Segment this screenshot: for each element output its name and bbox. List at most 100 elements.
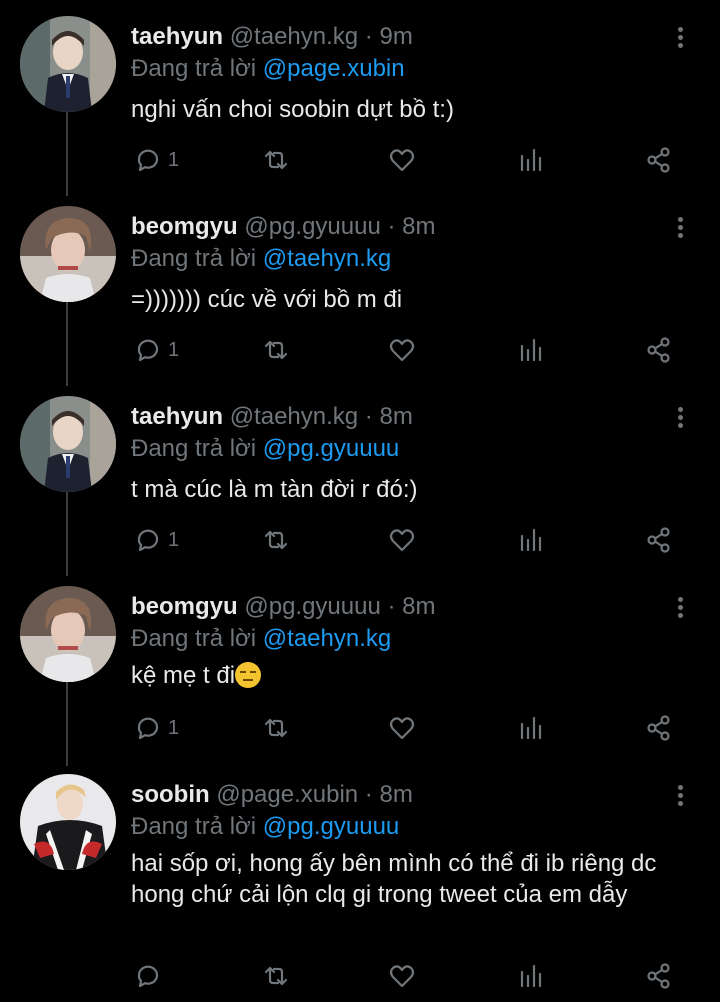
separator: · [387, 593, 396, 620]
more-vertical-icon[interactable] [668, 594, 692, 624]
replying-to: Đang trả lời @pg.gyuuuu [131, 434, 399, 464]
tweet[interactable]: beomgyu @pg.gyuuuu · 8m Đang trả lời @ta… [0, 206, 720, 386]
tweet[interactable]: soobin @page.xubin · 8m Đang trả lời @pg… [0, 774, 720, 1002]
share-button[interactable] [645, 958, 673, 994]
replying-to-label: Đang trả lời [131, 55, 257, 82]
share-button[interactable] [645, 710, 673, 746]
user-handle[interactable]: @pg.gyuuuu [244, 593, 380, 620]
tweet-actions: 1 [0, 142, 720, 178]
analytics-button[interactable] [517, 710, 545, 746]
tweet[interactable]: beomgyu @pg.gyuuuu · 8m Đang trả lời @ta… [0, 586, 720, 766]
avatar[interactable] [20, 586, 116, 682]
analytics-bars-icon [520, 964, 542, 988]
retweet-icon [264, 718, 288, 738]
more-vertical-icon[interactable] [668, 782, 692, 812]
display-name[interactable]: taehyun [131, 23, 223, 50]
more-vertical-icon[interactable] [668, 404, 692, 434]
analytics-button[interactable] [517, 958, 545, 994]
share-button[interactable] [645, 142, 673, 178]
reply-button[interactable]: 1 [134, 142, 179, 178]
retweet-button[interactable] [262, 710, 290, 746]
mention-link[interactable]: @taehyn.kg [263, 245, 391, 272]
display-name[interactable]: taehyun [131, 403, 223, 430]
analytics-button[interactable] [517, 332, 545, 368]
heart-icon [389, 149, 415, 172]
like-button[interactable] [388, 522, 416, 558]
retweet-icon [264, 530, 288, 550]
reply-button[interactable]: 1 [134, 332, 179, 368]
more-vertical-icon[interactable] [668, 24, 692, 54]
user-handle[interactable]: @taehyn.kg [230, 403, 358, 430]
tweet-actions: 1 [0, 522, 720, 558]
analytics-bars-icon [520, 148, 542, 172]
timestamp[interactable]: 9m [379, 23, 412, 50]
tweet-text: nghi vấn choi soobin dựt bồ t:) [131, 96, 454, 123]
like-button[interactable] [388, 142, 416, 178]
user-handle[interactable]: @page.xubin [216, 781, 358, 808]
analytics-button[interactable] [517, 142, 545, 178]
retweet-button[interactable] [262, 958, 290, 994]
reply-button[interactable]: 1 [134, 710, 179, 746]
avatar-beomgyu-image [20, 206, 116, 302]
replying-to: Đang trả lời @taehyn.kg [131, 244, 391, 274]
retweet-button[interactable] [262, 332, 290, 368]
retweet-button[interactable] [262, 522, 290, 558]
more-vertical-icon[interactable] [668, 214, 692, 244]
tweet-text: t mà cúc là m tàn đời r đó:) [131, 476, 418, 503]
display-name[interactable]: beomgyu [131, 593, 238, 620]
reply-count: 1 [168, 338, 180, 361]
tweet[interactable]: taehyun @taehyn.kg · 9m Đang trả lời @pa… [0, 16, 720, 196]
user-handle[interactable]: @pg.gyuuuu [244, 213, 380, 240]
replying-to-label: Đang trả lời [131, 813, 257, 840]
heart-icon [389, 339, 415, 362]
timestamp[interactable]: 8m [402, 213, 435, 240]
reply-count: 1 [168, 148, 180, 171]
reply-button[interactable]: 1 [134, 522, 179, 558]
share-icon [647, 527, 670, 553]
mention-link[interactable]: @pg.gyuuuu [263, 813, 399, 840]
tweet-header: beomgyu @pg.gyuuuu · 8m [131, 592, 436, 622]
avatar[interactable] [20, 774, 116, 870]
tweet[interactable]: taehyun @taehyn.kg · 8m Đang trả lời @pg… [0, 396, 720, 576]
tweet-text-container: kệ mẹ t đi [131, 660, 691, 691]
reply-button[interactable] [134, 958, 168, 994]
replying-to: Đang trả lời @page.xubin [131, 54, 405, 84]
like-button[interactable] [388, 958, 416, 994]
avatar-soobin-image [20, 774, 116, 870]
user-handle[interactable]: @taehyn.kg [230, 23, 358, 50]
like-button[interactable] [388, 332, 416, 368]
heart-icon [389, 717, 415, 740]
avatar[interactable] [20, 16, 116, 112]
separator: · [364, 23, 373, 50]
retweet-button[interactable] [262, 142, 290, 178]
display-name[interactable]: beomgyu [131, 213, 238, 240]
retweet-icon [264, 966, 288, 986]
timestamp[interactable]: 8m [379, 403, 412, 430]
replying-to: Đang trả lời @pg.gyuuuu [131, 812, 399, 842]
share-button[interactable] [645, 522, 673, 558]
mention-link[interactable]: @pg.gyuuuu [263, 435, 399, 462]
like-button[interactable] [388, 710, 416, 746]
reply-count: 1 [168, 528, 180, 551]
avatar[interactable] [20, 206, 116, 302]
analytics-button[interactable] [517, 522, 545, 558]
avatar[interactable] [20, 396, 116, 492]
replying-to-label: Đang trả lời [131, 435, 257, 462]
mention-link[interactable]: @page.xubin [263, 55, 405, 82]
expressionless-face-emoji-icon [235, 662, 262, 688]
reply-thread: taehyun @taehyn.kg · 9m Đang trả lời @pa… [0, 0, 720, 1002]
display-name[interactable]: soobin [131, 781, 210, 808]
separator: · [364, 781, 373, 808]
timestamp[interactable]: 8m [379, 781, 412, 808]
reply-bubble-icon [137, 149, 159, 172]
share-icon [647, 337, 670, 363]
tweet-text: =))))))) cúc về với bồ m đi [131, 286, 403, 313]
share-button[interactable] [645, 332, 673, 368]
mention-link[interactable]: @taehyn.kg [263, 625, 391, 652]
reply-bubble-icon [137, 717, 159, 740]
tweet-actions: 1 [0, 332, 720, 368]
tweet-header: taehyun @taehyn.kg · 9m [131, 22, 413, 52]
timestamp[interactable]: 8m [402, 593, 435, 620]
separator: · [364, 403, 373, 430]
replying-to: Đang trả lời @taehyn.kg [131, 624, 391, 654]
